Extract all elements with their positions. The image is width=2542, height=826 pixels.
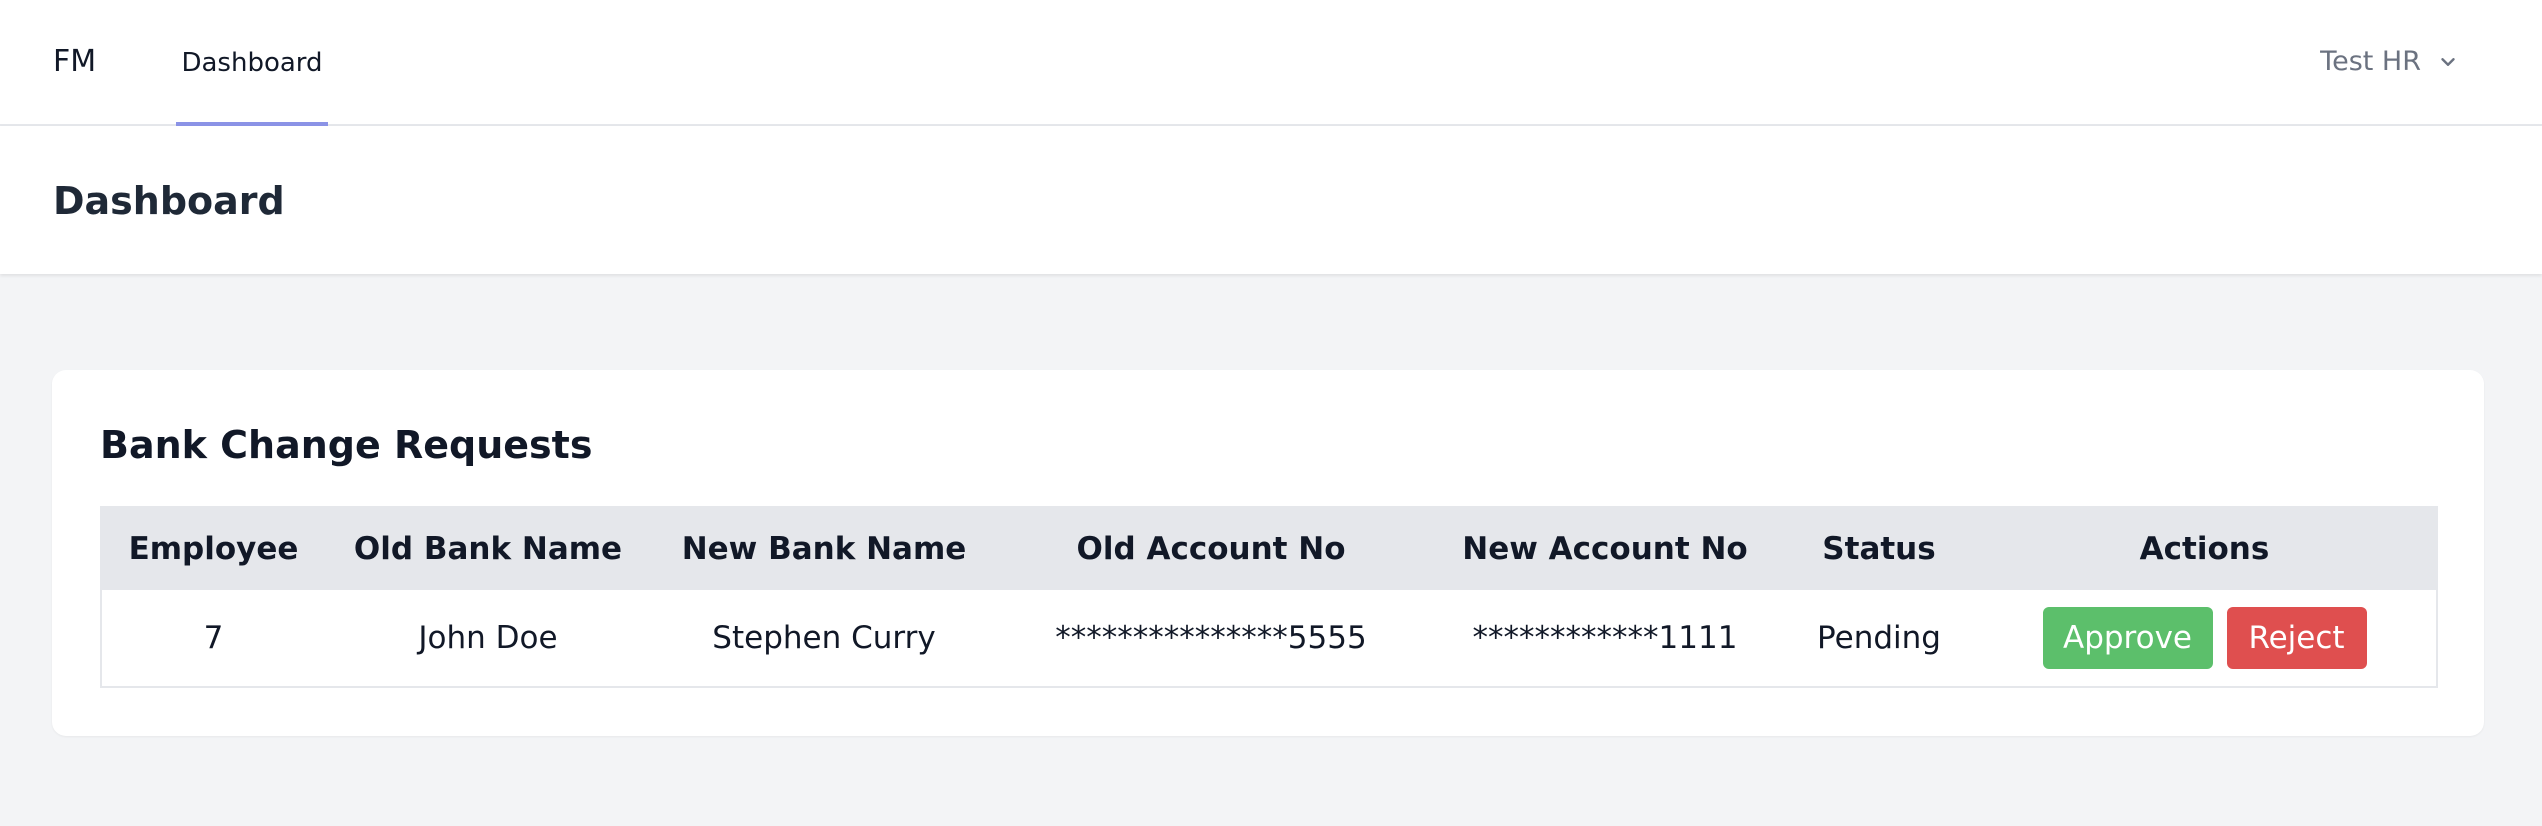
cell-old-bank-name: John Doe xyxy=(418,620,558,656)
column-header-actions: Actions xyxy=(2139,531,2270,567)
nav-tab-dashboard-label: Dashboard xyxy=(181,48,323,78)
table-row: 7 John Doe Stephen Curry ***************… xyxy=(101,590,2437,687)
cell-actions: Approve Reject xyxy=(1973,590,2437,687)
cell-status: Pending xyxy=(1817,620,1941,656)
cell-new-bank-name: Stephen Curry xyxy=(712,620,936,656)
user-menu-button[interactable]: Test HR xyxy=(2320,42,2459,82)
reject-button[interactable]: Reject xyxy=(2226,607,2367,669)
chevron-down-icon xyxy=(2441,58,2455,66)
column-header-old-bank-name: Old Bank Name xyxy=(353,531,623,567)
brand-logo[interactable]: FM xyxy=(53,42,96,82)
user-name: Test HR xyxy=(2320,46,2421,77)
page-header: Dashboard xyxy=(0,126,2542,274)
table-header-row: Employee Old Bank Name New Bank Name Old… xyxy=(101,507,2437,590)
column-header-status: Status xyxy=(1822,531,1936,567)
column-header-employee: Employee xyxy=(128,531,299,567)
bank-change-requests-table: Employee Old Bank Name New Bank Name Old… xyxy=(100,506,2438,688)
cell-employee: 7 xyxy=(203,620,224,656)
column-header-new-bank-name: New Bank Name xyxy=(681,531,967,567)
column-header-old-account-no: Old Account No xyxy=(1076,531,1346,567)
cell-new-account-no: ************1111 xyxy=(1472,620,1738,656)
approve-button[interactable]: Approve xyxy=(2042,607,2213,669)
cell-old-account-no: ***************5555 xyxy=(1055,620,1367,656)
nav-tab-dashboard[interactable]: Dashboard xyxy=(176,0,328,126)
column-header-new-account-no: New Account No xyxy=(1462,531,1748,567)
top-navigation-bar: FM Dashboard Test HR xyxy=(0,0,2542,126)
bank-change-requests-card: Bank Change Requests Employee Old Bank N… xyxy=(52,370,2484,736)
card-title: Bank Change Requests xyxy=(100,423,593,467)
page-title: Dashboard xyxy=(53,179,285,223)
